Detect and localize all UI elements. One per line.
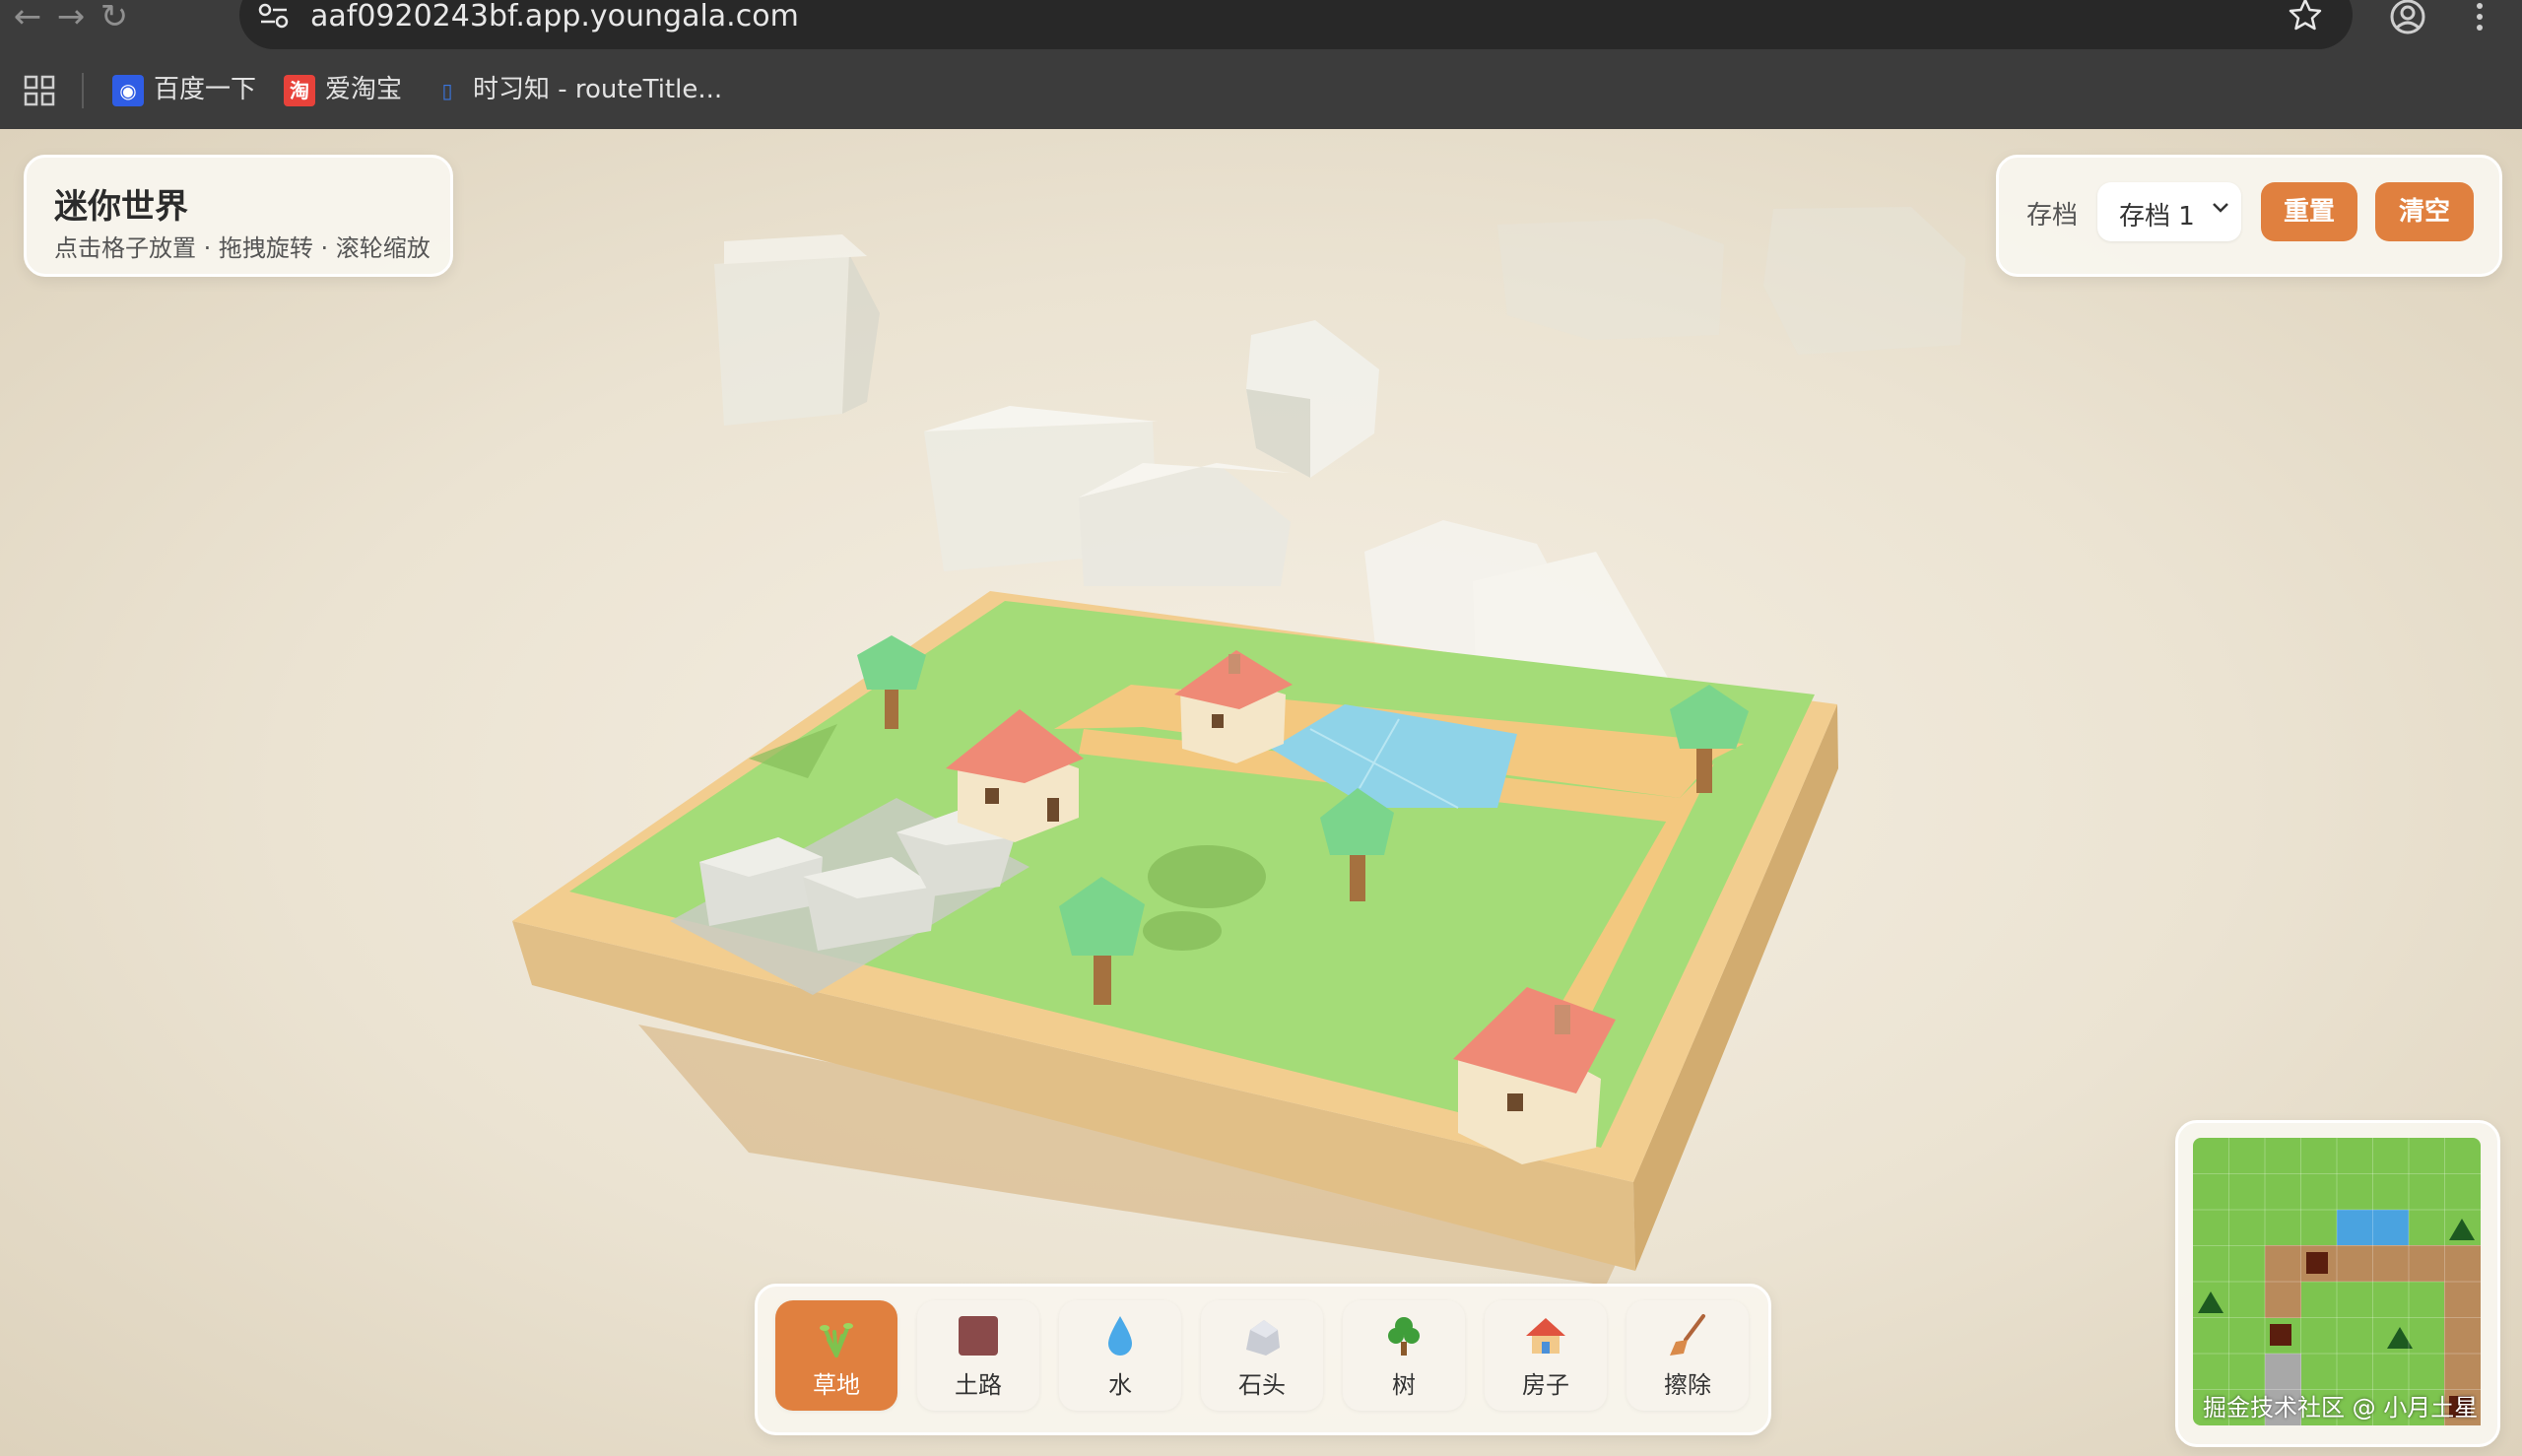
bookmarks-separator [82,73,84,108]
bookmark-shixizhi[interactable]: ▯ 时习知 - routeTitle... [431,70,722,109]
minimap-grid [2193,1138,2481,1425]
taobao-icon: 淘 [284,74,315,106]
cloud [1246,320,1379,478]
grass-icon [820,1323,853,1357]
cloud [1497,207,1965,355]
back-icon[interactable]: ← [8,0,47,35]
forward-icon[interactable]: → [51,0,91,35]
bookmark-baidu[interactable]: ◉ 百度一下 [112,70,256,109]
water-icon [1108,1316,1132,1356]
site-info-icon[interactable] [257,2,291,30]
watermark: 掘金技术社区 @ 小月土星 [2203,1394,2479,1422]
tool-dirt[interactable]: 土路 [917,1300,1039,1411]
baidu-icon: ◉ [112,74,144,106]
tool-house[interactable]: 房子 [1485,1300,1607,1411]
bookmarks-bar: ◉ 百度一下 淘爱淘宝 ▯ 时习知 - routeTitle... [0,61,2522,116]
tool-palette: 草地 土路 水 石头 树 房子 擦除 [755,1284,1771,1435]
instructions-text: 点击格子放置 · 拖拽旋转 · 滚轮缩放 [54,234,431,262]
save-label: 存档 [2026,201,2079,231]
title-panel: 迷你世界 点击格子放置 · 拖拽旋转 · 滚轮缩放 [24,155,453,277]
save-panel: 存档 存档 1 重置 清空 [1996,155,2502,277]
profile-icon[interactable] [2388,0,2427,36]
more-menu-icon[interactable] [2468,0,2491,33]
clear-button[interactable]: 清空 [2375,182,2474,241]
world-canvas[interactable] [0,129,2522,1456]
bookmark-star-icon[interactable] [2288,0,2323,33]
url-text: aaf0920243bf.app.youngala.com [310,0,799,33]
apps-grid-icon[interactable] [24,75,55,106]
bookmark-taobao[interactable]: 淘爱淘宝 [284,70,402,109]
dirt-icon [959,1316,998,1356]
tool-grass[interactable]: 草地 [775,1300,897,1411]
house-icon [1526,1318,1565,1354]
cloud [924,406,1291,586]
book-icon: ▯ [441,78,453,102]
tool-water[interactable]: 水 [1059,1300,1181,1411]
tree-icon [1388,1317,1420,1356]
rock-icon [1246,1320,1280,1356]
reset-button[interactable]: 重置 [2261,182,2357,241]
tool-erase[interactable]: 擦除 [1626,1300,1749,1411]
page-title: 迷你世界 [54,187,188,227]
cloud [714,234,880,426]
tool-tree[interactable]: 树 [1343,1300,1465,1411]
address-bar[interactable]: aaf0920243bf.app.youngala.com [239,0,2353,49]
save-slot-value: 存档 1 [2119,202,2195,232]
save-slot-select[interactable]: 存档 1 [2097,182,2241,241]
browser-chrome: ← → ↻ aaf0920243bf.app.youngala.com ◉ 百度一 [0,0,2522,129]
game-viewport[interactable]: 迷你世界 点击格子放置 · 拖拽旋转 · 滚轮缩放 存档 存档 1 重置 清空 … [0,129,2522,1456]
tool-rock[interactable]: 石头 [1201,1300,1323,1411]
reload-icon[interactable]: ↻ [95,0,134,35]
chevron-down-icon [2213,203,2228,213]
erase-icon [1670,1314,1705,1356]
island [512,591,1838,1286]
